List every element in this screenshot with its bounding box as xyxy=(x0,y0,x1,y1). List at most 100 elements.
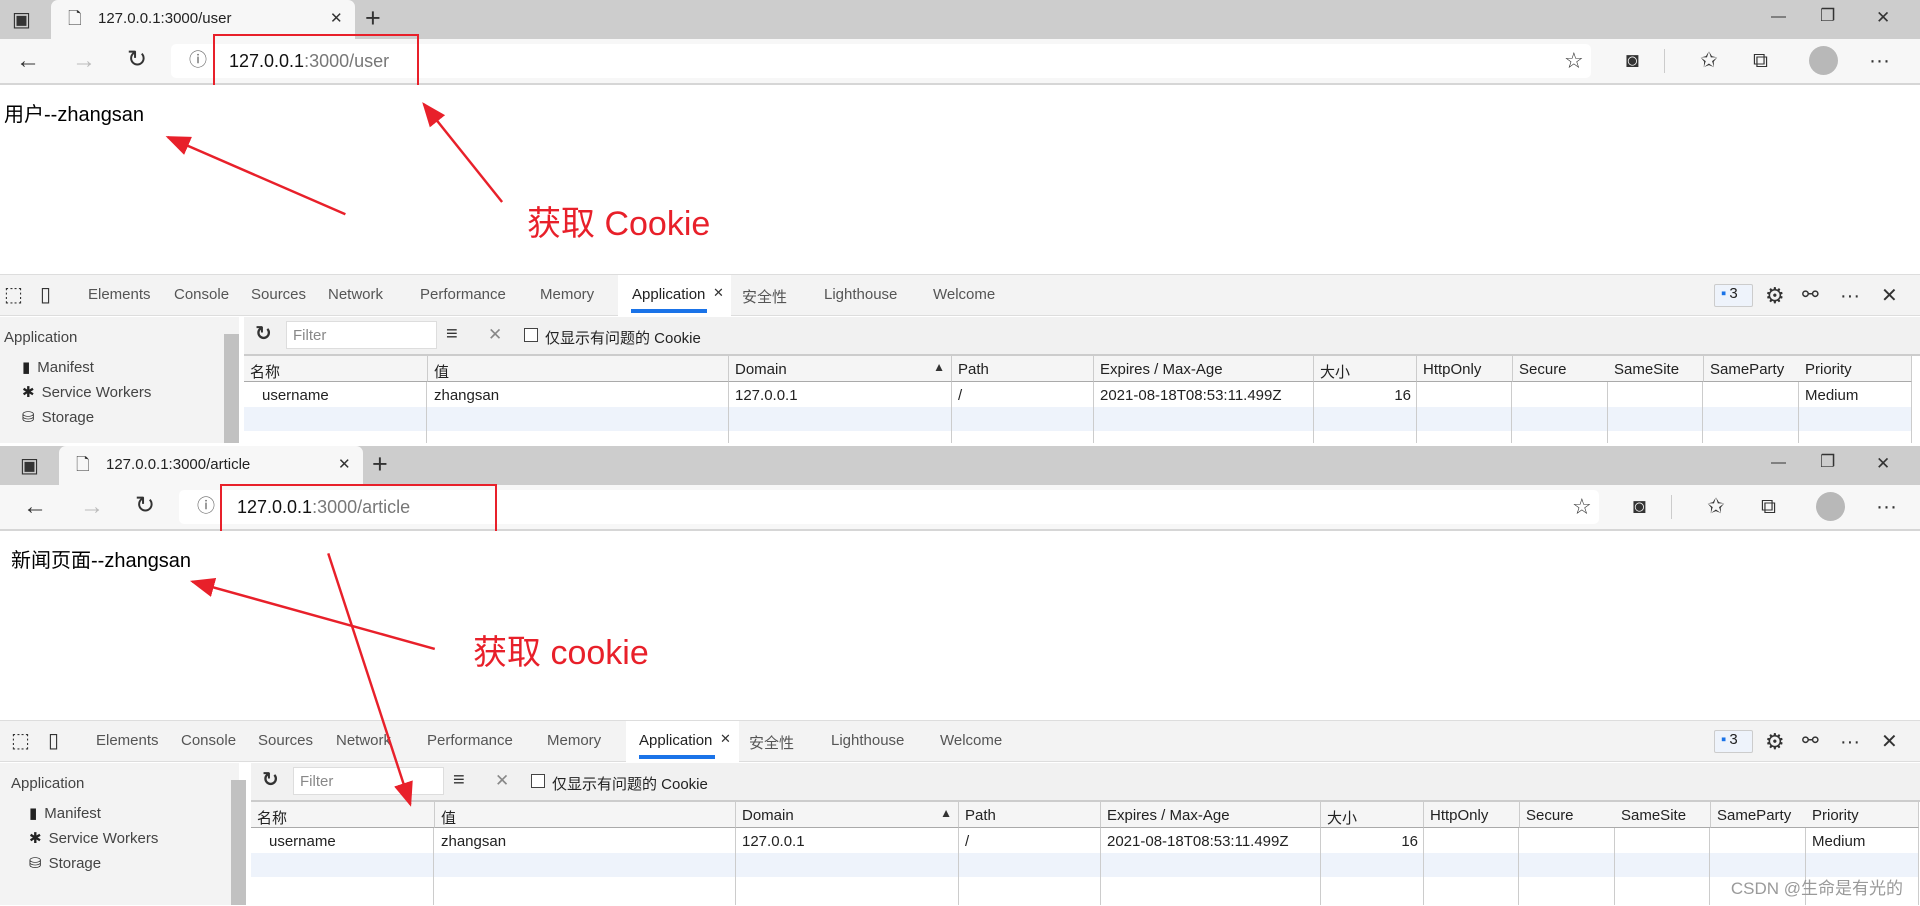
favorite-star-icon[interactable]: ☆ xyxy=(1572,496,1592,518)
column-header-2[interactable]: Domain ▲ xyxy=(736,802,959,828)
restore-button[interactable]: ❐ xyxy=(1820,7,1835,24)
column-header-4[interactable]: Expires / Max-Age xyxy=(1094,356,1314,382)
clear-filtered-cookies-button[interactable]: ≡ xyxy=(446,324,458,344)
devtools-tab-4[interactable]: Performance xyxy=(420,286,506,303)
more-button[interactable]: ··· xyxy=(1869,50,1890,71)
refresh-button[interactable]: ↻ xyxy=(135,494,155,518)
only-issues-checkbox[interactable] xyxy=(524,328,538,342)
devtools-tab-4[interactable]: Performance xyxy=(427,732,513,749)
devtools-tab-2[interactable]: Sources xyxy=(258,732,313,749)
minimize-button[interactable]: — xyxy=(1771,455,1786,470)
device-toolbar-icon[interactable]: ▯ xyxy=(48,731,59,751)
refresh-cookies-button[interactable]: ↻ xyxy=(255,324,272,344)
sidebar-item-service-workers[interactable]: ✱ Service Workers xyxy=(22,384,151,401)
close-panel-icon[interactable]: ✕ xyxy=(720,732,731,745)
devtools-tab-1[interactable]: Console xyxy=(174,286,229,303)
more-options-icon[interactable]: ··· xyxy=(1840,286,1860,306)
column-header-3[interactable]: Path xyxy=(952,356,1094,382)
devtools-tab-6[interactable]: Application xyxy=(632,286,705,303)
column-header-0[interactable]: 名称 xyxy=(251,802,435,828)
sidebar-item-storage[interactable]: ⛁ Storage xyxy=(29,855,101,872)
refresh-cookies-button[interactable]: ↻ xyxy=(262,770,279,790)
more-options-icon[interactable]: ··· xyxy=(1840,732,1860,752)
devtools-tab-8[interactable]: Lighthouse xyxy=(824,286,897,303)
devtools-tab-2[interactable]: Sources xyxy=(251,286,306,303)
devtools-tab-3[interactable]: Network xyxy=(328,286,383,303)
devtools-tab-5[interactable]: Memory xyxy=(547,732,601,749)
extension-icon[interactable]: ◙ xyxy=(1626,50,1639,71)
sidebar-item-manifest[interactable]: ▮ Manifest xyxy=(29,805,101,822)
new-tab-button[interactable]: + xyxy=(372,451,388,478)
column-header-4[interactable]: Expires / Max-Age xyxy=(1101,802,1321,828)
column-header-6[interactable]: HttpOnly xyxy=(1424,802,1520,828)
refresh-button[interactable]: ↻ xyxy=(127,48,147,72)
customize-icon[interactable]: ⚯ xyxy=(1802,285,1819,305)
column-header-1[interactable]: 值 xyxy=(428,356,729,382)
close-devtools-icon[interactable]: ✕ xyxy=(1881,732,1898,752)
collections-icon[interactable]: ⧉ xyxy=(1761,496,1776,517)
devtools-tab-1[interactable]: Console xyxy=(181,732,236,749)
settings-gear-icon[interactable]: ⚙ xyxy=(1765,731,1785,753)
column-header-10[interactable]: Priority xyxy=(1806,802,1919,828)
close-tab-icon[interactable]: ✕ xyxy=(330,11,343,26)
filter-input[interactable]: Filter xyxy=(286,321,437,349)
column-header-9[interactable]: SameParty xyxy=(1704,356,1800,382)
sidebar-item-storage[interactable]: ⛁ Storage xyxy=(22,409,94,426)
column-header-7[interactable]: Secure xyxy=(1513,356,1609,382)
devtools-tab-0[interactable]: Elements xyxy=(96,732,159,749)
device-toolbar-icon[interactable]: ▯ xyxy=(40,285,51,305)
sidebar-scrollbar[interactable] xyxy=(231,780,246,905)
filter-input[interactable]: Filter xyxy=(293,767,444,795)
customize-icon[interactable]: ⚯ xyxy=(1802,731,1819,751)
info-icon[interactable]: ⓘ xyxy=(189,51,207,69)
minimize-button[interactable]: — xyxy=(1771,9,1786,24)
info-icon[interactable]: ⓘ xyxy=(197,497,215,515)
avatar[interactable] xyxy=(1816,492,1845,521)
avatar[interactable] xyxy=(1809,46,1838,75)
close-devtools-icon[interactable]: ✕ xyxy=(1881,286,1898,306)
column-header-7[interactable]: Secure xyxy=(1520,802,1616,828)
devtools-tab-9[interactable]: Welcome xyxy=(940,732,1002,749)
close-window-button[interactable]: ✕ xyxy=(1876,9,1890,26)
favorites-icon[interactable]: ✩ xyxy=(1700,50,1718,71)
close-tab-icon[interactable]: ✕ xyxy=(338,457,351,472)
browser-tab[interactable]: 🗋 127.0.0.1:3000/article ✕ xyxy=(59,446,363,485)
favorites-icon[interactable]: ✩ xyxy=(1707,496,1725,517)
column-header-9[interactable]: SameParty xyxy=(1711,802,1807,828)
column-header-3[interactable]: Path xyxy=(959,802,1101,828)
devtools-tab-8[interactable]: Lighthouse xyxy=(831,732,904,749)
sidebar-scrollbar[interactable] xyxy=(224,334,239,443)
sidebar-item-manifest[interactable]: ▮ Manifest xyxy=(22,359,94,376)
inspect-element-icon[interactable]: ⬚ xyxy=(11,731,30,751)
forward-button[interactable]: → xyxy=(80,495,104,519)
table-row[interactable]: username zhangsan 127.0.0.1 / 2021-08-18T08:… xyxy=(251,828,1919,854)
close-window-button[interactable]: ✕ xyxy=(1876,455,1890,472)
column-header-5[interactable]: 大小 xyxy=(1314,356,1417,382)
extension-icon[interactable]: ◙ xyxy=(1633,496,1646,517)
issues-badge[interactable]: ▪ 3 xyxy=(1714,730,1753,753)
table-row[interactable]: username zhangsan 127.0.0.1 / 2021-08-18T08:… xyxy=(244,382,1912,408)
back-button[interactable]: ← xyxy=(16,49,40,73)
devtools-tab-9[interactable]: Welcome xyxy=(933,286,995,303)
back-button[interactable]: ← xyxy=(23,495,47,519)
devtools-tab-3[interactable]: Network xyxy=(336,732,391,749)
column-header-6[interactable]: HttpOnly xyxy=(1417,356,1513,382)
close-panel-icon[interactable]: ✕ xyxy=(713,286,724,299)
devtools-tab-7[interactable]: 安全性 xyxy=(742,286,787,307)
column-header-8[interactable]: SameSite xyxy=(1615,802,1711,828)
column-header-8[interactable]: SameSite xyxy=(1608,356,1704,382)
sidebar-item-service-workers[interactable]: ✱ Service Workers xyxy=(29,830,158,847)
clear-filtered-cookies-button[interactable]: ≡ xyxy=(453,770,465,790)
column-header-2[interactable]: Domain ▲ xyxy=(729,356,952,382)
favorite-star-icon[interactable]: ☆ xyxy=(1564,50,1584,72)
tab-actions-icon[interactable]: ▣ xyxy=(12,10,31,30)
more-button[interactable]: ··· xyxy=(1876,496,1897,517)
inspect-element-icon[interactable]: ⬚ xyxy=(4,285,23,305)
restore-button[interactable]: ❐ xyxy=(1820,453,1835,470)
collections-icon[interactable]: ⧉ xyxy=(1753,50,1768,71)
column-header-10[interactable]: Priority xyxy=(1799,356,1912,382)
only-issues-checkbox[interactable] xyxy=(531,774,545,788)
column-header-1[interactable]: 值 xyxy=(435,802,736,828)
tab-actions-icon[interactable]: ▣ xyxy=(20,456,39,476)
clear-all-cookies-button[interactable]: ✕ xyxy=(488,326,502,343)
